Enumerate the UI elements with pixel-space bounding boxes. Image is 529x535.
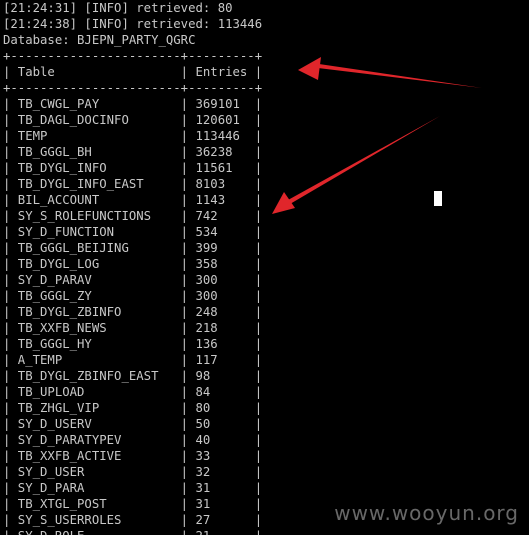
table-row: | TB_DYGL_INFO_EAST | 8103 | — [3, 177, 263, 191]
table-row: | TB_DYGL_INFO | 11561 | — [3, 161, 263, 175]
log-line: [21:24:38] [INFO] retrieved: 113446 — [3, 17, 263, 31]
table-row: | TB_DYGL_LOG | 358 | — [3, 257, 263, 271]
table-row: | SY_D_ROLE | 21 | — [3, 528, 529, 535]
table-row: | TB_UPLOAD | 84 | — [3, 385, 263, 399]
table-row: | A_TEMP | 117 | — [3, 353, 263, 367]
table-row: | TEMP | 113446 | — [3, 129, 263, 143]
table-row: | TB_GGGL_BH | 36238 | — [3, 145, 263, 159]
table-row: | TB_GGGL_ZY | 300 | — [3, 289, 263, 303]
table-row: | BIL_ACCOUNT | 1143 | — [3, 193, 263, 207]
table-row: | SY_D_USER | 32 | — [3, 465, 263, 479]
table-row: | SY_D_PARAV | 300 | — [3, 273, 263, 287]
table-body: | TB_CWGL_PAY | 369101 | | TB_DAGL_DOCINF… — [3, 96, 529, 535]
table-row: | SY_S_ROLEFUNCTIONS | 742 | — [3, 209, 263, 223]
table-row: | TB_DYGL_ZBINFO_EAST | 98 | — [3, 369, 263, 383]
table-border: +-----------------------+---------+ — [3, 81, 263, 95]
table-border: +-----------------------+---------+ — [3, 49, 263, 63]
table-row: | TB_DYGL_ZBINFO | 248 | — [3, 305, 263, 319]
table-row: | TB_DAGL_DOCINFO | 120601 | — [3, 113, 263, 127]
table-row: | SY_D_USERV | 50 | — [3, 417, 263, 431]
table-row: | TB_CWGL_PAY | 369101 | — [3, 97, 263, 111]
table-row: | TB_XXFB_NEWS | 218 | — [3, 321, 263, 335]
table-row: | SY_D_PARATYPEV | 40 | — [3, 433, 263, 447]
table-row: | TB_ZHGL_VIP | 80 | — [3, 401, 263, 415]
log-line: [21:24:31] [INFO] retrieved: 80 — [3, 1, 233, 15]
table-row: | TB_XXFB_ACTIVE | 33 | — [3, 449, 263, 463]
table-row: | SY_D_FUNCTION | 534 | — [3, 225, 263, 239]
table-header-row: | Table | Entries | — [3, 65, 263, 79]
terminal-output: [21:24:31] [INFO] retrieved: 80 [21:24:3… — [3, 0, 529, 535]
table-row: | TB_GGGL_BEIJING | 399 | — [3, 241, 263, 255]
database-line: Database: BJEPN_PARTY_QGRC — [3, 33, 196, 47]
table-row: | SY_D_PARA | 31 | — [3, 481, 263, 495]
watermark: www.wooyun.org — [334, 501, 519, 525]
text-cursor — [434, 191, 442, 206]
table-row: | TB_GGGL_HY | 136 | — [3, 337, 263, 351]
